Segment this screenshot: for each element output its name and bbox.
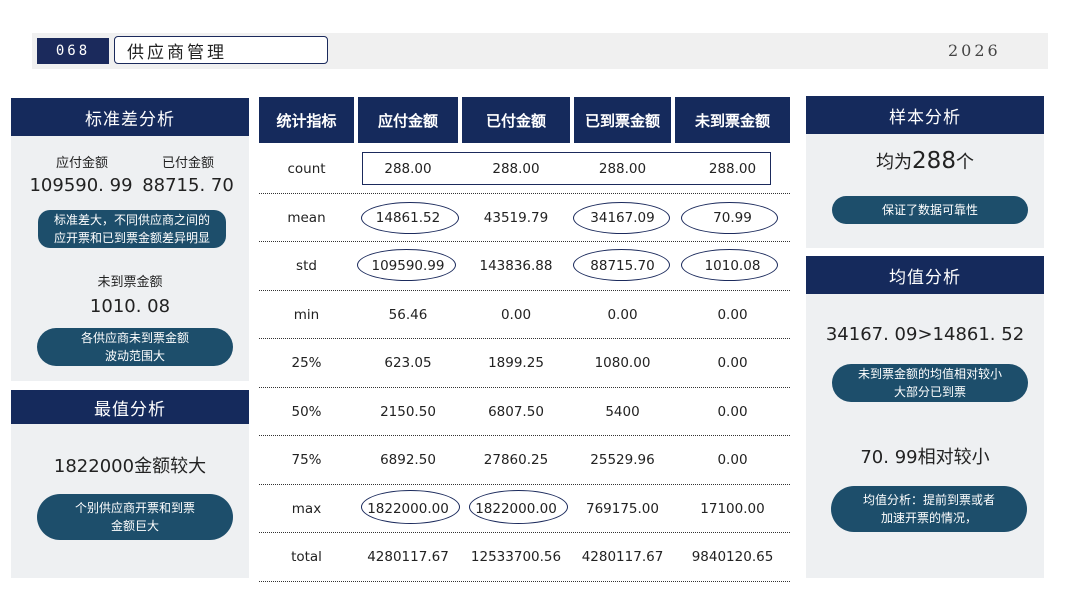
- table-cell-unreceived: 0.00: [717, 452, 748, 469]
- max-paid-highlight: [469, 490, 568, 524]
- table-cell-received: 769175.00: [585, 500, 659, 517]
- std-unreceived-highlight: [681, 249, 778, 281]
- table-cell-unreceived: 9840120.65: [691, 549, 774, 566]
- mean-unreceived-highlight: [681, 202, 778, 234]
- mean-note-badge: 未到票金额的均值相对较小 大部分已到票: [832, 364, 1028, 402]
- mean-note-line-2: 大部分已到票: [893, 385, 966, 399]
- mean-panel-title: 均值分析: [806, 256, 1044, 294]
- table-header-received: 已到票金额: [574, 97, 671, 143]
- std-note-line-2: 应开票和已到票金额差异明显: [53, 231, 210, 245]
- mean-note2-line-2: 加速开票的情况，: [880, 511, 977, 525]
- sample-note-badge: 保证了数据可靠性: [832, 196, 1028, 224]
- table-header-unreceived: 未到票金额: [675, 97, 790, 143]
- table-cell-unreceived: 0.00: [717, 355, 748, 372]
- table-cell-received: 25529.96: [590, 452, 655, 469]
- table-cell-paid: 43519.79: [483, 209, 549, 226]
- table-cell-metric: max: [291, 500, 322, 517]
- max-headline: 1822000金额较大: [53, 456, 207, 477]
- table-cell-unreceived: 17100.00: [700, 500, 765, 517]
- table-cell-paid: 27860.25: [483, 452, 549, 469]
- label-payable: 应付金额: [55, 156, 108, 171]
- table-cell-payable: 2150.50: [380, 403, 436, 420]
- table-header-payable: 应付金额: [358, 97, 458, 143]
- table-cell-metric: 25%: [291, 355, 322, 372]
- max-payable-highlight: [361, 490, 460, 524]
- table-cell-paid: 0.00: [500, 306, 532, 323]
- table-cell-metric: 50%: [291, 403, 322, 420]
- table-cell-paid: 6807.50: [488, 403, 544, 420]
- mean-compare: 34167. 09>14861. 52: [825, 324, 1025, 345]
- label-unreceived: 未到票金额: [97, 275, 163, 290]
- unreceived-note-line-1: 各供应商未到票金额: [80, 331, 189, 345]
- table-cell-received: 0.00: [607, 306, 638, 323]
- table-row-divider: [259, 580, 790, 582]
- unreceived-note-badge: 各供应商未到票金额 波动范围大: [37, 328, 233, 366]
- std-note-badge: 标准差大，不同供应商之间的 应开票和已到票金额差异明显: [38, 210, 226, 248]
- page-year: 2026: [948, 41, 1001, 60]
- max-note-badge: 个别供应商开票和到票 金额巨大: [37, 494, 233, 540]
- std-received-highlight: [573, 249, 670, 281]
- max-panel-title: 最值分析: [11, 390, 249, 424]
- mean-headline-2: 70. 99相对较小: [860, 447, 990, 468]
- table-cell-paid: 1899.25: [488, 355, 544, 372]
- table-cell-received: 5400: [605, 403, 640, 420]
- std-panel-title: 标准差分析: [11, 98, 249, 136]
- table-cell-payable: 623.05: [384, 355, 432, 372]
- mean-received-highlight: [573, 202, 670, 234]
- sample-headline-number: 288: [912, 148, 956, 174]
- table-header-metric: 统计指标: [259, 97, 354, 143]
- std-payable-highlight: [357, 249, 456, 281]
- sample-headline-suffix: 个: [955, 152, 974, 173]
- table-cell-unreceived: 0.00: [717, 403, 748, 420]
- count-highlight-box: [362, 152, 771, 185]
- std-note-line-1: 标准差大，不同供应商之间的: [53, 213, 210, 227]
- max-note-line-2: 金额巨大: [110, 519, 159, 533]
- mean-note2-line-1: 均值分析：提前到票或者: [862, 493, 995, 507]
- value-payable-std: 109590. 99: [29, 175, 133, 196]
- value-paid-std: 88715. 70: [142, 175, 234, 196]
- mean-payable-highlight: [361, 202, 459, 234]
- max-note-line-1: 个别供应商开票和到票: [74, 501, 195, 515]
- table-cell-metric: std: [296, 258, 317, 275]
- page-number: 068: [37, 38, 109, 64]
- table-cell-paid: 143836.88: [479, 258, 553, 275]
- table-header-paid: 已付金额: [462, 97, 570, 143]
- table-cell-payable: 56.46: [388, 306, 428, 323]
- mean-note-line-1: 未到票金额的均值相对较小: [857, 367, 1002, 381]
- table-cell-metric: min: [293, 306, 320, 323]
- table-cell-metric: mean: [287, 209, 326, 226]
- table-cell-unreceived: 0.00: [717, 306, 748, 323]
- table-cell-paid: 12533700.56: [470, 549, 562, 566]
- table-cell-metric: 75%: [291, 452, 322, 469]
- label-paid: 已付金额: [161, 156, 214, 171]
- table-cell-payable: 4280117.67: [367, 549, 449, 566]
- table-cell-received: 1080.00: [594, 355, 651, 372]
- page-title: 供应商管理: [114, 36, 328, 64]
- table-cell-metric: total: [291, 549, 322, 566]
- sample-headline: 均为288个: [806, 148, 1044, 174]
- table-cell-payable: 6892.50: [380, 452, 436, 469]
- table-cell-received: 4280117.67: [581, 549, 664, 566]
- sample-panel-title: 样本分析: [806, 96, 1044, 134]
- table-cell-metric: count: [287, 161, 326, 178]
- sample-headline-prefix: 均为: [876, 152, 913, 173]
- mean-note2-badge: 均值分析：提前到票或者 加速开票的情况，: [831, 486, 1027, 532]
- value-unreceived-std: 1010. 08: [89, 296, 171, 317]
- unreceived-note-line-2: 波动范围大: [104, 349, 165, 363]
